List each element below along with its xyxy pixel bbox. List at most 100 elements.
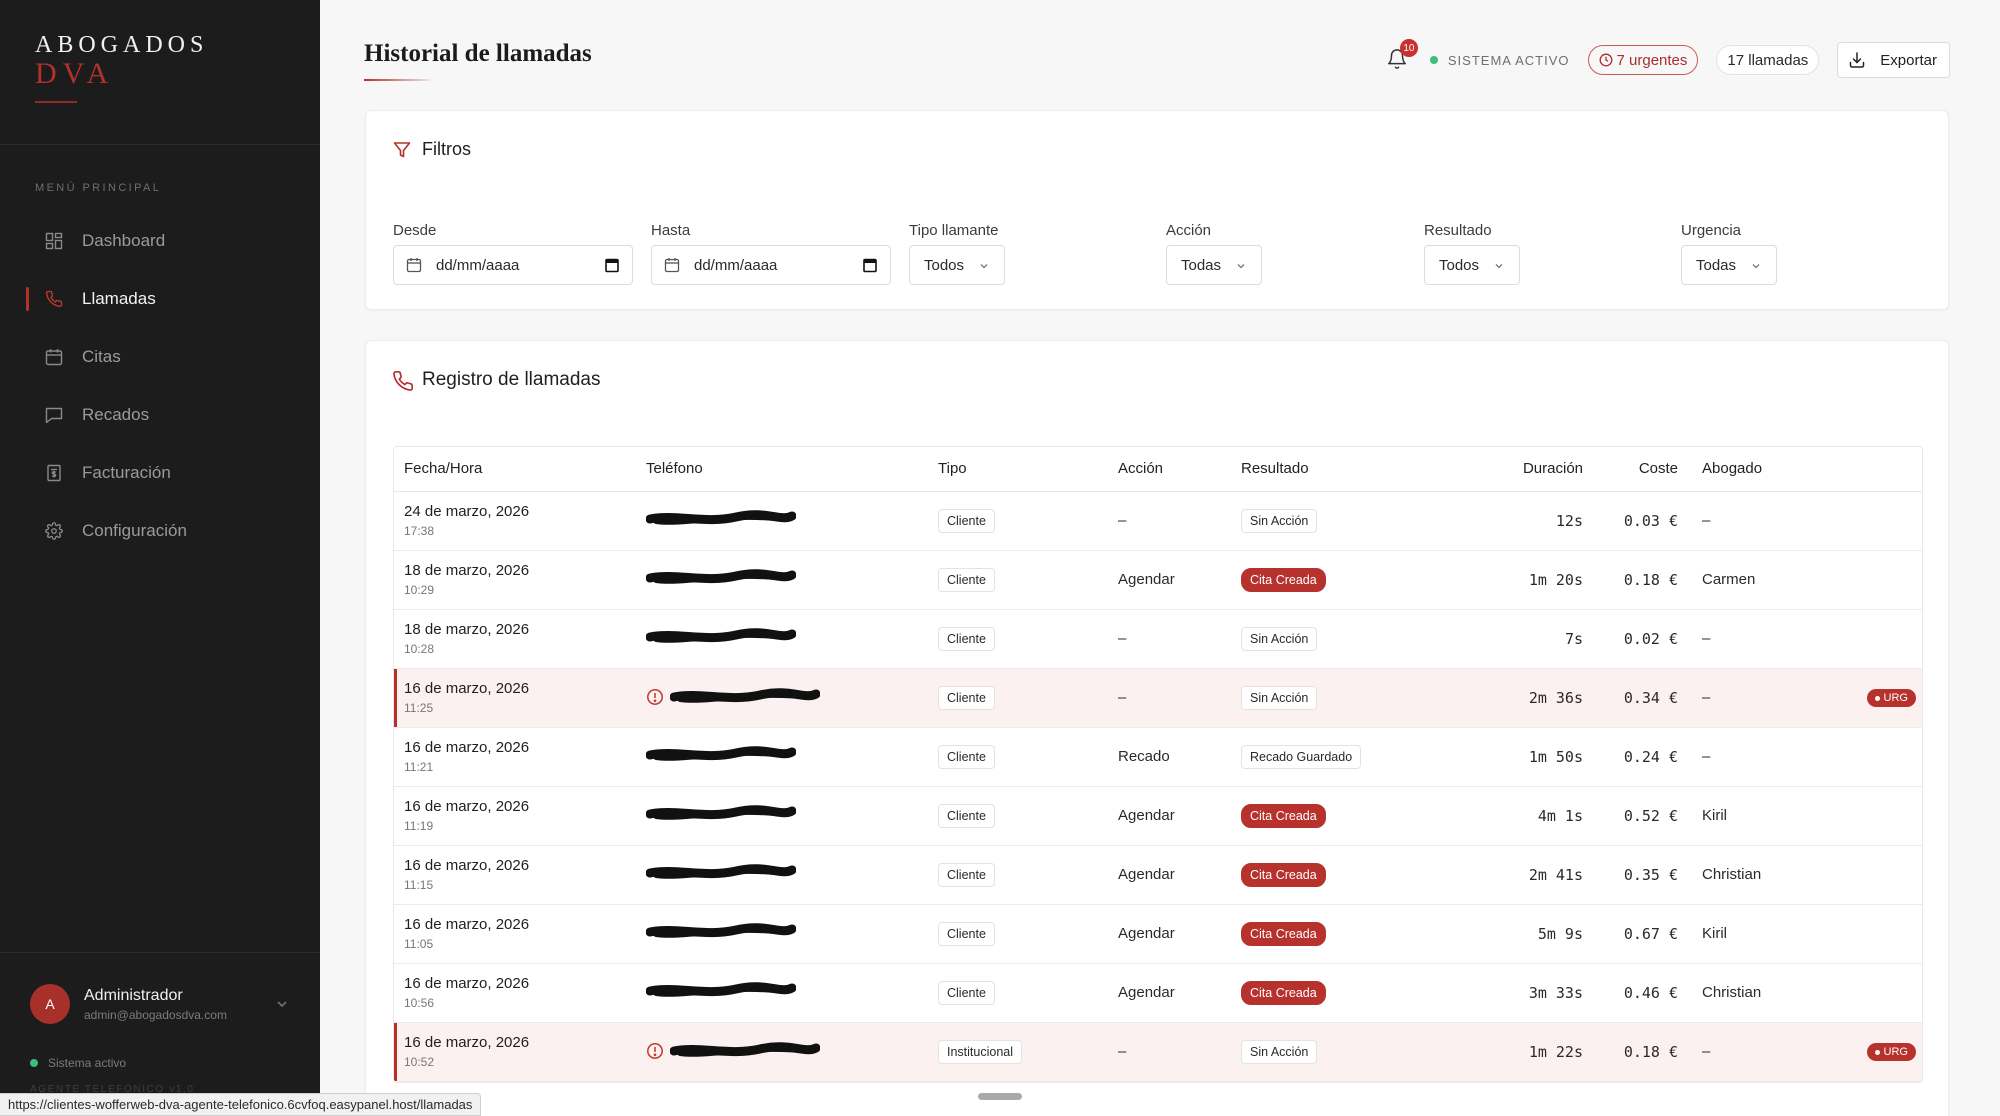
redaction-scribble-icon (646, 626, 796, 648)
cell-fecha: 16 de marzo, 2026 10:56 (394, 963, 636, 1023)
filter-resultado: Resultado Todos (1424, 222, 1521, 285)
sidebar-item-configuracion[interactable]: Configuración (0, 502, 320, 560)
horizontal-scrollbar[interactable] (978, 1093, 1022, 1100)
user-name: Administrador (84, 986, 183, 1004)
calendar-picker-icon[interactable] (604, 257, 620, 273)
cell-coste: 0.18 € (1597, 1022, 1692, 1082)
column-header-duracion[interactable]: Duración (1471, 447, 1597, 492)
cell-telefono (636, 904, 928, 964)
cell-duracion: 2m 36s (1471, 668, 1597, 728)
column-header-telefono[interactable]: Teléfono (636, 447, 928, 492)
cell-duracion: 7s (1471, 609, 1597, 669)
cell-fecha: 18 de marzo, 2026 10:28 (394, 609, 636, 669)
brand-logo[interactable]: ABOGADOS DVA (35, 32, 208, 103)
page-title: Historial de llamadas (364, 40, 592, 67)
column-header-fecha[interactable]: Fecha/Hora (394, 447, 636, 492)
result-select[interactable]: Todos (1424, 245, 1521, 285)
calls-title: Registro de llamadas (392, 369, 600, 391)
column-header-resultado[interactable]: Resultado (1231, 447, 1471, 492)
column-header-coste[interactable]: Coste (1597, 447, 1692, 492)
calls-count-pill: 17 llamadas (1716, 45, 1820, 75)
sidebar-item-citas[interactable]: Citas (0, 328, 320, 386)
title-underline (364, 79, 430, 81)
sidebar-item-recados[interactable]: Recados (0, 386, 320, 444)
call-time: 11:25 (404, 701, 434, 715)
cell-coste: 0.03 € (1597, 491, 1692, 551)
action-select[interactable]: Todas (1166, 245, 1263, 285)
filter-desde: Desde dd/mm/aaaa (393, 222, 633, 285)
cell-resultado: Cita Creada (1231, 550, 1471, 610)
table-row[interactable]: 16 de marzo, 2026 11:05 Cliente Agendar Cita… (394, 904, 1922, 964)
caller-type-chip: Cliente (938, 567, 995, 592)
column-header-tipo[interactable]: Tipo (928, 447, 1108, 492)
cell-resultado: Cita Creada (1231, 904, 1471, 964)
cell-fecha: 24 de marzo, 2026 17:38 (394, 491, 636, 551)
column-header-abogado[interactable]: Abogado (1692, 447, 1824, 492)
phone-icon (392, 370, 413, 391)
dashboard-icon (44, 231, 64, 251)
cell-tipo: Cliente (928, 963, 1108, 1023)
call-date: 16 de marzo, 2026 (404, 975, 530, 992)
sidebar-item-facturacion[interactable]: Facturación (0, 444, 320, 502)
calendar-icon (664, 257, 680, 273)
date-from-input[interactable]: dd/mm/aaaa (393, 245, 633, 285)
cell-telefono (636, 727, 928, 787)
calendar-icon (44, 347, 64, 367)
cell-urgency: URG (1824, 668, 1922, 728)
notifications-button[interactable]: 10 (1386, 39, 1418, 73)
table-row[interactable]: 16 de marzo, 2026 11:15 Cliente Agendar Cita… (394, 845, 1922, 905)
cell-urgency (1824, 609, 1922, 669)
result-chip: Recado Guardado (1241, 744, 1362, 769)
result-chip: Sin Acción (1241, 508, 1318, 533)
table-row[interactable]: 16 de marzo, 2026 11:25 Cliente – Sin Acción… (394, 668, 1922, 728)
sidebar-item-label: Facturación (82, 463, 171, 482)
user-menu[interactable]: A Administrador admin@abogadosdva.com (30, 982, 290, 1026)
cell-urgency (1824, 845, 1922, 905)
table-row[interactable]: 24 de marzo, 2026 17:38 Cliente – Sin Acción… (394, 491, 1922, 551)
phone-number-redacted (646, 921, 796, 943)
column-header-accion[interactable]: Acción (1108, 447, 1231, 492)
cell-accion: Recado (1108, 727, 1231, 787)
sidebar-item-llamadas[interactable]: Llamadas (0, 270, 320, 328)
date-to-value: dd/mm/aaaa (694, 256, 778, 274)
table-row[interactable]: 16 de marzo, 2026 11:19 Cliente Agendar Cita… (394, 786, 1922, 846)
brand-underline (35, 101, 77, 103)
cell-urgency (1824, 491, 1922, 551)
table-row[interactable]: 18 de marzo, 2026 10:28 Cliente – Sin Acción… (394, 609, 1922, 669)
calendar-picker-icon[interactable] (862, 257, 878, 273)
phone-icon (44, 289, 64, 309)
table-row[interactable]: 16 de marzo, 2026 11:21 Cliente Recado Recad… (394, 727, 1922, 787)
call-time: 10:29 (404, 583, 435, 597)
table-row[interactable]: 16 de marzo, 2026 10:52 Institucional – Sin … (394, 1022, 1922, 1082)
result-chip: Cita Creada (1241, 862, 1326, 887)
caller-type-chip: Institucional (938, 1039, 1023, 1064)
urgency-value: Todas (1696, 256, 1737, 274)
table-row[interactable]: 16 de marzo, 2026 10:56 Cliente Agendar Cita… (394, 963, 1922, 1023)
cell-accion: – (1108, 668, 1231, 728)
cell-accion: – (1108, 491, 1231, 551)
system-status-label: Sistema activo (48, 1056, 127, 1070)
sidebar-item-dashboard[interactable]: Dashboard (0, 212, 320, 270)
cell-duracion: 1m 20s (1471, 550, 1597, 610)
message-icon (44, 405, 64, 425)
cell-telefono (636, 491, 928, 551)
result-chip: Cita Creada (1241, 803, 1326, 828)
cell-telefono (636, 609, 928, 669)
table-row[interactable]: 18 de marzo, 2026 10:29 Cliente Agendar Cita… (394, 550, 1922, 610)
urgent-badge: URG (1866, 689, 1916, 708)
call-date: 18 de marzo, 2026 (404, 562, 530, 579)
cell-telefono (636, 1022, 928, 1082)
cell-duracion: 2m 41s (1471, 845, 1597, 905)
cell-abogado: Kiril (1692, 904, 1824, 964)
cell-fecha: 16 de marzo, 2026 11:15 (394, 845, 636, 905)
cell-resultado: Recado Guardado (1231, 727, 1471, 787)
filter-hasta-label: Hasta (651, 222, 691, 239)
urgent-count-pill[interactable]: 7 urgentes (1587, 45, 1699, 75)
phone-number-redacted (646, 862, 796, 884)
caller-type-select[interactable]: Todos (909, 245, 1006, 285)
export-button[interactable]: Exportar (1837, 42, 1950, 78)
urgency-select[interactable]: Todas (1681, 245, 1778, 285)
cell-abogado: Kiril (1692, 786, 1824, 846)
date-to-input[interactable]: dd/mm/aaaa (651, 245, 891, 285)
sidebar-item-label: Configuración (82, 521, 187, 540)
